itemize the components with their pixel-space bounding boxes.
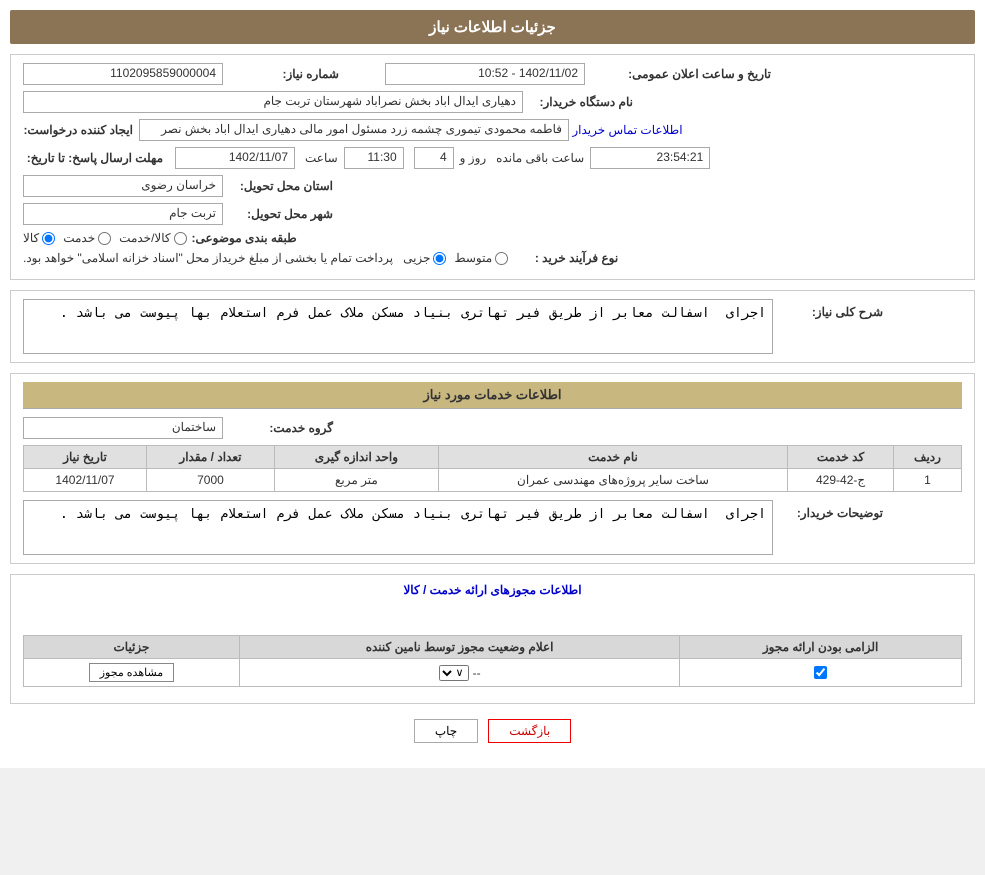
namdastgah-value: دهیاری ایدال اباد بخش نصراباد شهرستان تر… [23,91,523,113]
tarikh-value: 1402/11/02 - 10:52 [385,63,585,85]
th-kod: کد خدمت [788,446,894,469]
ostand-value: خراسان رضوی [23,175,223,197]
radio-khedmat: خدمت [63,231,111,245]
aelam-select[interactable]: ∨ [439,665,469,681]
kala-khedmat-label: کالا/خدمت [119,231,170,245]
row-tabaqe: طبقه بندی موضوعی: کالا/خدمت خدمت کالا [23,231,962,245]
saat-value: 11:30 [344,147,404,169]
sharh-koli-row: شرح کلی نیاز: [23,299,962,354]
list-item: -- ∨ مشاهده مجوز [24,659,962,687]
ostand-label: استان محل تحویل: [223,179,333,193]
tarikh-mohlat-group: 1402/11/07 مهلت ارسال پاسخ: تا تاریخ: [23,147,295,169]
mohlat-label: مهلت ارسال پاسخ: تا تاریخ: [23,151,163,165]
row-ijad: اطلاعات تماس خریدار فاطمه محمودی تیموری … [23,119,962,141]
tabaqe-label: طبقه بندی موضوعی: [187,231,297,245]
ijad-link[interactable]: اطلاعات تماس خریدار [572,123,682,137]
row-ostand: استان محل تحویل: خراسان رضوی [23,175,962,197]
view-license-button[interactable]: مشاهده مجوز [89,663,174,682]
page-title: جزئیات اطلاعات نیاز [429,19,556,36]
th-nam: نام خدمت [438,446,787,469]
baghi-value: 23:54:21 [590,147,710,169]
radio-kala: کالا [23,231,55,245]
elzami-checkbox[interactable] [814,666,827,679]
group-khedmat-row: گروه خدمت: ساختمان [23,417,962,439]
tarikh-group: تاریخ و ساعت اعلان عمومی: 1402/11/02 - 1… [385,63,777,85]
saat-label: ساعت [305,151,338,165]
toseyh-label: توضیحات خریدار: [783,500,883,520]
row-shomare-tarikh: تاریخ و ساعت اعلان عمومی: 1402/11/02 - 1… [23,63,962,85]
shahr-label: شهر محل تحویل: [223,207,333,221]
th-details: جزئیات [24,636,240,659]
group-khedmat-value: ساختمان [23,417,223,439]
th-tedad: تعداد / مقدار [147,446,275,469]
page-header: جزئیات اطلاعات نیاز [10,10,975,44]
roz-group: روز و 4 [414,147,487,169]
ijad-label: ایجاد کننده درخواست: [23,123,133,137]
noe-label: نوع فرآیند خرید : [508,251,618,265]
noe-desc: پرداخت تمام یا بخشی از مبلغ خریداز محل "… [23,251,393,265]
radio-motavasset: متوسط [454,251,508,265]
th-tarikh: تاریخ نیاز [24,446,147,469]
th-vahed: واحد اندازه گیری [274,446,438,469]
radio-jozyi-input[interactable] [433,252,446,265]
print-button[interactable]: چاپ [414,719,478,743]
tarikh-mohlat-value: 1402/11/07 [175,147,295,169]
row-noe: نوع فرآیند خرید : متوسط جزیی پرداخت تمام… [23,251,962,265]
th-radif: ردیف [894,446,962,469]
motavasset-label: متوسط [454,251,492,265]
table-row: 1 ج-42-429 ساخت سایر پروژه‌های مهندسی عم… [24,469,962,492]
tabaqe-radio-group: کالا/خدمت خدمت کالا [23,231,187,245]
sharh-koli-textarea[interactable] [23,299,773,354]
row-shahr: شهر محل تحویل: تربت جام [23,203,962,225]
mojouza-title: اطلاعات مجوزهای ارائه خدمت / کالا [23,583,962,597]
group-khedmat-label: گروه خدمت: [223,421,333,435]
radio-jozyi: جزیی [403,251,446,265]
shomare-label: شماره نیاز: [229,67,339,81]
main-info-section: تاریخ و ساعت اعلان عمومی: 1402/11/02 - 1… [10,54,975,280]
sharh-koli-section: شرح کلی نیاز: [10,290,975,363]
ijad-value: فاطمه محمودی تیموری چشمه زرد مسئول امور … [139,119,569,141]
shomare-value: 1102095859000004 [23,63,223,85]
khadamat-section: اطلاعات خدمات مورد نیاز گروه خدمت: ساختم… [10,373,975,564]
row-mohlat: 23:54:21 ساعت باقی مانده روز و 4 11:30 س… [23,147,962,169]
kala-label: کالا [23,231,39,245]
tarikh-label: تاریخ و ساعت اعلان عمومی: [591,67,771,81]
radio-kala-input[interactable] [42,232,55,245]
radio-motavasset-input[interactable] [495,252,508,265]
radio-kala-khedmat-input[interactable] [174,232,187,245]
namdastgah-label: نام دستگاه خریدار: [523,95,633,109]
th-elzami: الزامی بودن ارائه مجوز [680,636,962,659]
radio-khedmat-input[interactable] [98,232,111,245]
bottom-buttons: بازگشت چاپ [10,719,975,743]
khadamat-title: اطلاعات خدمات مورد نیاز [23,382,962,409]
khadamat-table: ردیف کد خدمت نام خدمت واحد اندازه گیری ت… [23,445,962,492]
radio-kala-khedmat: کالا/خدمت [119,231,186,245]
back-button[interactable]: بازگشت [488,719,571,743]
shomare-group: شماره نیاز: 1102095859000004 [23,63,345,85]
noe-radio-group: متوسط جزیی [403,251,508,265]
baghi-group: 23:54:21 ساعت باقی مانده [496,147,710,169]
jozyi-label: جزیی [403,251,430,265]
roz-label: روز و [460,151,487,165]
toseyh-row: توضیحات خریدار: [23,500,962,555]
saat-group: 11:30 ساعت [305,147,404,169]
khedmat-label: خدمت [63,231,95,245]
roz-value: 4 [414,147,454,169]
row-namdastgah: نام دستگاه خریدار: دهیاری ایدال اباد بخش… [23,91,962,113]
toseyh-textarea[interactable] [23,500,773,555]
th-aelam: اعلام وضعیت مجوز توسط نامین کننده [239,636,679,659]
shahr-value: تربت جام [23,203,223,225]
sharh-koli-label: شرح کلی نیاز: [783,299,883,319]
license-table: الزامی بودن ارائه مجوز اعلام وضعیت مجوز … [23,635,962,687]
mojouza-section: اطلاعات مجوزهای ارائه خدمت / کالا الزامی… [10,574,975,704]
baghi-label: ساعت باقی مانده [496,151,584,165]
